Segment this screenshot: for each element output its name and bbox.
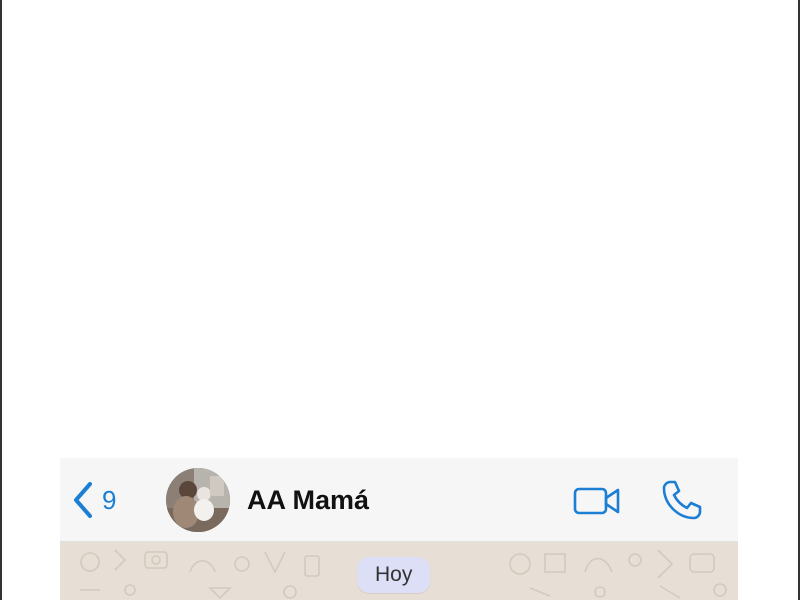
- back-button[interactable]: 9: [72, 480, 116, 520]
- voice-call-button[interactable]: [660, 478, 706, 522]
- date-separator: Hoy: [357, 557, 431, 593]
- video-call-button[interactable]: [572, 484, 622, 518]
- chevron-left-icon: [72, 481, 94, 519]
- video-camera-icon: [572, 487, 622, 522]
- chat-header: 9 AA Mamá: [60, 458, 738, 542]
- contact-name[interactable]: AA Mamá: [247, 484, 369, 516]
- unread-count: 9: [102, 485, 117, 515]
- avatar[interactable]: [166, 468, 230, 532]
- screenshot-frame: 9 AA Mamá Hoy: [0, 0, 800, 600]
- whatsapp-chat-screen: 9 AA Mamá Hoy: [60, 458, 738, 600]
- chat-messages-area[interactable]: Hoy: [60, 542, 738, 600]
- avatar-photo: [166, 468, 230, 532]
- phone-icon: [660, 480, 706, 526]
